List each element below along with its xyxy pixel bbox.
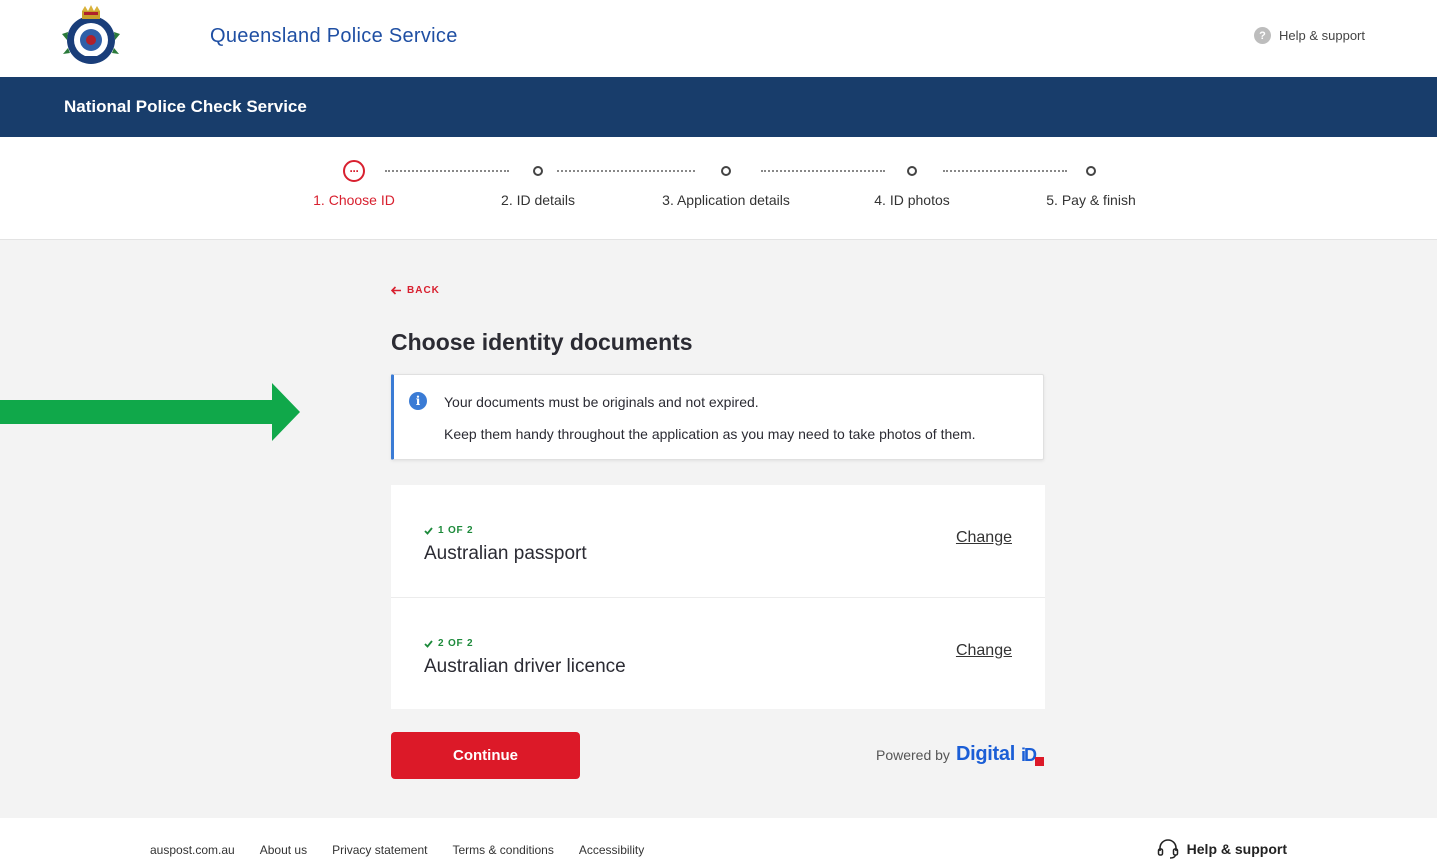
progress-stepper: ··· 1. Choose ID 2. ID details 3. Applic… xyxy=(0,137,1437,240)
top-help-link[interactable]: ? Help & support xyxy=(1254,27,1365,44)
info-icon: i xyxy=(409,392,427,410)
digital-id-mark-text: iD xyxy=(1020,744,1037,765)
step-3-dot-icon xyxy=(721,166,731,176)
document-step-badge: 2 OF 2 xyxy=(424,638,473,649)
help-question-icon: ? xyxy=(1254,27,1271,44)
footer-link-accessibility[interactable]: Accessibility xyxy=(579,843,644,857)
document-card-driver-licence: 2 OF 2 Australian driver licence Change xyxy=(391,597,1045,709)
step-2-dot-icon xyxy=(533,166,543,176)
back-label: BACK xyxy=(407,285,440,296)
arrow-left-icon xyxy=(391,286,401,295)
powered-by-prefix: Powered by xyxy=(876,746,950,763)
step-connector xyxy=(761,170,885,172)
footer-links: auspost.com.au About us Privacy statemen… xyxy=(150,843,644,857)
page-title: Choose identity documents xyxy=(391,329,693,355)
qps-crest-logo xyxy=(62,5,120,64)
footer-link-about[interactable]: About us xyxy=(260,843,307,857)
document-name: Australian passport xyxy=(424,543,587,564)
footer-help-label: Help & support xyxy=(1186,841,1287,857)
main-content: BACK Choose identity documents i Your do… xyxy=(0,240,1437,818)
digital-id-brand: Digital xyxy=(955,743,1015,765)
top-bar: Queensland Police Service ? Help & suppo… xyxy=(0,0,1437,77)
footer: auspost.com.au About us Privacy statemen… xyxy=(0,818,1437,860)
step-connector xyxy=(385,170,509,172)
info-line-originals: Your documents must be originals and not… xyxy=(444,394,759,410)
footer-link-terms[interactable]: Terms & conditions xyxy=(452,843,553,857)
info-notice: i Your documents must be originals and n… xyxy=(391,374,1044,460)
step-label-application-details: 3. Application details xyxy=(662,192,790,208)
powered-by-digital-id: Powered by Digital iD xyxy=(876,743,1044,766)
service-banner: National Police Check Service xyxy=(0,77,1437,137)
top-help-label: Help & support xyxy=(1279,28,1365,43)
digital-id-logo-icon: iD xyxy=(1020,744,1044,766)
step-label-id-details: 2. ID details xyxy=(501,192,575,208)
step-connector xyxy=(557,170,695,172)
check-icon xyxy=(424,639,433,648)
footer-link-privacy[interactable]: Privacy statement xyxy=(332,843,427,857)
change-licence-link[interactable]: Change xyxy=(956,642,1012,660)
step-label-pay-finish: 5. Pay & finish xyxy=(1046,192,1136,208)
document-name: Australian driver licence xyxy=(424,656,626,677)
step-label-id-photos: 4. ID photos xyxy=(874,192,950,208)
back-link[interactable]: BACK xyxy=(391,285,440,296)
step-1-active-icon: ··· xyxy=(343,160,365,182)
continue-button[interactable]: Continue xyxy=(391,732,580,779)
check-icon xyxy=(424,526,433,535)
footer-link-auspost[interactable]: auspost.com.au xyxy=(150,843,235,857)
document-step-badge: 1 OF 2 xyxy=(424,525,473,536)
step-4-dot-icon xyxy=(907,166,917,176)
document-step-label: 2 OF 2 xyxy=(438,638,474,649)
document-step-label: 1 OF 2 xyxy=(438,525,474,536)
id-tag-icon xyxy=(1034,756,1044,766)
green-arrow-annotation-icon xyxy=(0,383,300,441)
step-5-dot-icon xyxy=(1086,166,1096,176)
headset-icon xyxy=(1157,839,1178,859)
footer-help-link[interactable]: Help & support xyxy=(1157,839,1287,859)
document-card-passport: 1 OF 2 Australian passport Change xyxy=(391,485,1045,597)
change-passport-link[interactable]: Change xyxy=(956,529,1012,547)
info-line-keep-handy: Keep them handy throughout the applicati… xyxy=(444,426,976,442)
step-label-choose-id: 1. Choose ID xyxy=(313,192,395,208)
org-name: Queensland Police Service xyxy=(210,25,458,47)
service-title: National Police Check Service xyxy=(64,97,307,116)
step-connector xyxy=(943,170,1067,172)
